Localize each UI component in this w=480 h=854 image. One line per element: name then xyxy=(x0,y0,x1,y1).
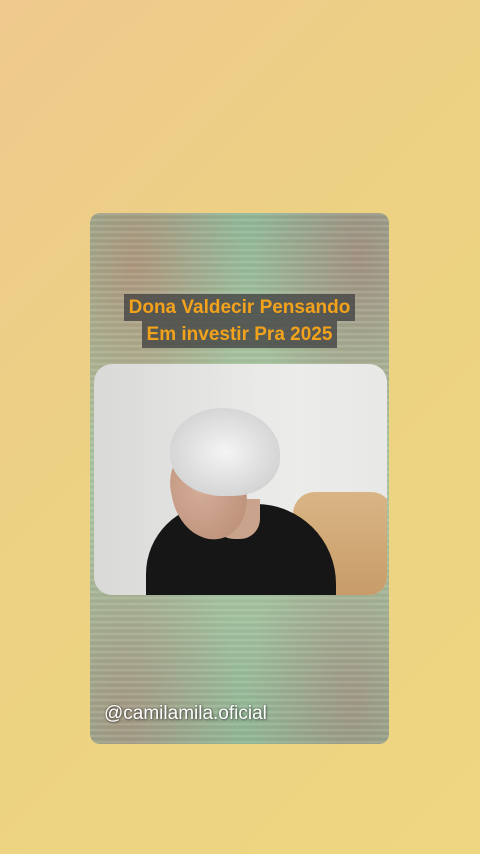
white-hair xyxy=(170,408,280,496)
title-line-1: Dona Valdecir Pensando xyxy=(123,294,356,321)
photo-elderly-woman xyxy=(94,364,387,595)
creator-handle: @camilamila.oficial xyxy=(104,703,267,724)
title-line-2: Em investir Pra 2025 xyxy=(141,321,338,348)
title-caption: Dona Valdecir Pensando Em investir Pra 2… xyxy=(98,294,381,348)
post-card: Dona Valdecir Pensando Em investir Pra 2… xyxy=(90,213,389,744)
